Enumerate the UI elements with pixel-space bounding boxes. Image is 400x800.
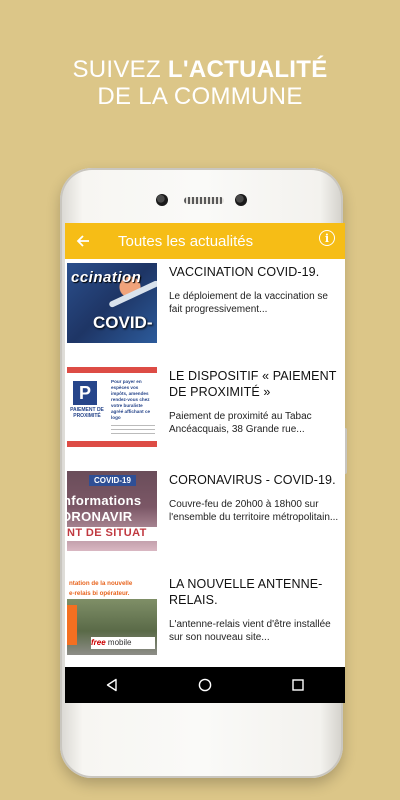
arrow-left-icon [76,235,89,247]
news-description: Le déploiement de la vaccination se fait… [169,291,328,315]
news-item-coronavirus[interactable]: COVID-19 nformations ORONAVIR NT DE SITU… [65,471,345,575]
promo-headline: SUIVEZ L'ACTUALITÉ DE LA COMMUNE [0,56,400,110]
app-bar: Toutes les actualités i [65,223,345,259]
thumbnail-text: PAIEMENT DE PROXIMITÉ [70,407,104,419]
thumbnail-text: Pour payer en espèces vos impôts, amende… [111,379,151,420]
front-camera-icon [235,194,247,206]
divider [111,425,155,426]
nav-home-button[interactable] [185,667,225,703]
news-title: LE DISPOSITIF « PAIEMENT DE PROXIMITÉ » [169,369,337,399]
headline-line-2: DE LA COMMUNE [97,83,303,110]
news-title: CORONAVIRUS - COVID-19. [169,473,336,487]
news-thumbnail: P PAIEMENT DE PROXIMITÉ Pour payer en es… [67,367,157,447]
news-title: LA NOUVELLE ANTENNE-RELAIS. [169,577,323,607]
nav-recents-button[interactable] [278,667,318,703]
thumbnail-text: ntation de la nouvelle e-relais bi opéra… [69,580,133,597]
nav-back-button[interactable] [92,667,132,703]
news-item-vaccination[interactable]: ccination COVID- VACCINATION COVID-19. L… [65,263,345,367]
orange-logo-block [67,605,77,645]
news-description: L'antenne-relais vient d'être installée … [169,619,331,643]
news-thumbnail: ccination COVID- [67,263,157,343]
news-item-antenne-relais[interactable]: ntation de la nouvelle e-relais bi opéra… [65,575,345,679]
news-title: VACCINATION COVID-19. [169,265,320,279]
circle-home-icon [198,678,212,692]
paiement-logo: P [73,381,97,405]
triangle-back-icon [106,678,117,692]
thumbnail-text: COVID- [93,313,153,332]
divider [111,433,155,434]
news-thumbnail: COVID-19 nformations ORONAVIR NT DE SITU… [67,471,157,551]
info-button[interactable]: i [319,230,335,246]
thumbnail-text: ccination [71,269,142,286]
app-screen: Toutes les actualités i ccination COVID-… [65,223,345,703]
thumbnail-text: NT DE SITUAT [67,527,147,539]
divider [111,429,155,430]
info-icon: i [324,231,330,245]
headline-line-1: SUIVEZ L'ACTUALITÉ [72,56,328,83]
back-button[interactable] [65,223,101,259]
news-list: ccination COVID- VACCINATION COVID-19. L… [65,259,345,679]
news-item-paiement-proximite[interactable]: P PAIEMENT DE PROXIMITÉ Pour payer en es… [65,367,345,471]
front-sensor-icon [156,194,168,206]
speaker-grille [184,197,224,204]
thumbnail-text: nformations [67,493,142,508]
page-title: Toutes les actualités [118,232,254,250]
news-description: Paiement de proximité au Tabac Ancéacqua… [169,411,312,435]
news-description: Couvre-feu de 20h00 à 18h00 sur l'ensemb… [169,499,339,523]
news-thumbnail: ntation de la nouvelle e-relais bi opéra… [67,575,157,655]
thumbnail-text: COVID-19 [89,475,136,486]
square-recents-icon [292,679,305,691]
phone-frame: Toutes les actualités i ccination COVID-… [60,168,347,778]
free-mobile-logo: free mobile [91,637,155,649]
thumbnail-text: ORONAVIR [67,509,133,524]
system-nav-bar [65,667,345,703]
